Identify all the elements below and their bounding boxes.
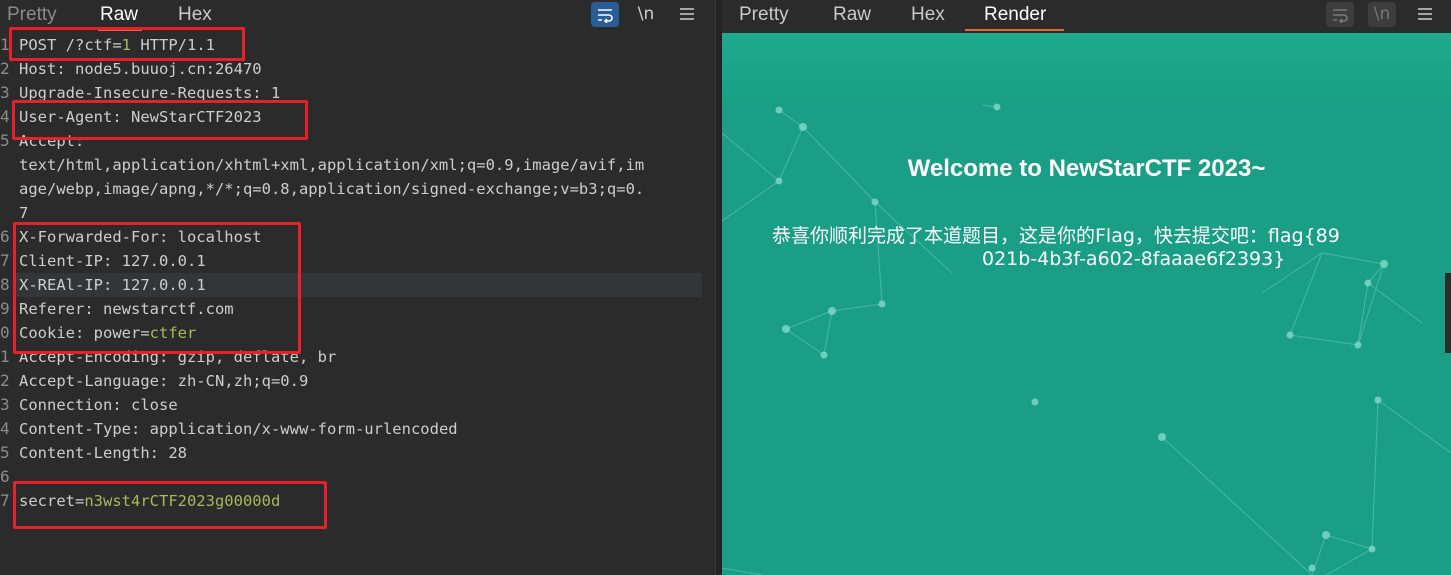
welcome-heading: Welcome to NewStarCTF 2023~	[907, 155, 1266, 182]
word-wrap-icon-glyph	[1333, 9, 1348, 24]
response-panel: Pretty Raw Hex Render \n Welcome to NewS…	[722, 0, 1451, 575]
header-value: close	[121, 396, 178, 414]
line-number: 7	[0, 251, 10, 270]
header-value: text/html,application/xhtml+xml,applicat…	[19, 156, 645, 174]
line-number: 1	[0, 347, 10, 366]
request-line[interactable]: Connection: close	[19, 393, 704, 417]
line-number: 2	[0, 371, 10, 390]
hamburger-menu-icon[interactable]	[1412, 2, 1438, 27]
highlight-box-secret	[13, 481, 327, 529]
header-value: 28	[158, 444, 187, 462]
flag-message-line-1: 恭喜你顺利完成了本道题目，这是你的Flag，快去提交吧：flag{89	[772, 225, 1340, 247]
header-value: application/x-www-form-urlencoded	[140, 420, 458, 438]
header-value: node5.buuoj.cn:26470	[65, 60, 262, 78]
line-number: 3	[0, 395, 10, 414]
request-panel: Pretty Raw Hex \n 1 POST /?ctf=1 HTTP/1.1…	[0, 0, 715, 575]
response-tab-bar: Pretty Raw Hex Render \n	[722, 0, 1451, 31]
request-line[interactable]: age/webp,image/apng,*/*;q=0.8,applicatio…	[19, 177, 704, 201]
tab-pretty[interactable]: Pretty	[7, 0, 57, 29]
header-name: Host:	[19, 60, 66, 78]
line-number: 6	[0, 227, 10, 246]
header-name: Connection:	[19, 396, 122, 414]
line-number	[0, 153, 13, 177]
header-value: 7	[19, 204, 29, 222]
hamburger-menu-icon-glyph	[680, 8, 694, 20]
line-number: 0	[0, 323, 10, 342]
tab-hex[interactable]: Hex	[178, 0, 212, 29]
render-scrollbar[interactable]	[1445, 273, 1451, 353]
request-line[interactable]: text/html,application/xhtml+xml,applicat…	[19, 153, 704, 177]
line-number: 5	[0, 443, 10, 462]
request-line[interactable]: Content-Length: 28	[19, 441, 704, 465]
flag-message-line-2: 021b-4b3f-a602-8faaae6f2393}	[982, 248, 1286, 270]
particle-network-background	[722, 103, 1451, 575]
header-value: zh-CN,zh;q=0.9	[168, 372, 309, 390]
header-name: Content-Type:	[19, 420, 141, 438]
line-number	[0, 201, 13, 225]
line-number: 6	[0, 467, 10, 486]
tab-hex[interactable]: Hex	[911, 0, 945, 29]
header-name: Content-Length:	[19, 444, 159, 462]
rendered-page: Welcome to NewStarCTF 2023~ 恭喜你顺利完成了本道题目…	[722, 33, 1451, 575]
line-number: 9	[0, 299, 10, 318]
word-wrap-icon[interactable]	[1326, 2, 1354, 27]
request-line[interactable]: Accept-Language: zh-CN,zh;q=0.9	[19, 369, 704, 393]
request-line[interactable]: Content-Type: application/x-www-form-url…	[19, 417, 704, 441]
hamburger-menu-icon[interactable]	[674, 2, 700, 27]
header-value: age/webp,image/apng,*/*;q=0.8,applicatio…	[19, 180, 645, 198]
line-number	[0, 177, 13, 201]
tab-pretty[interactable]: Pretty	[739, 0, 789, 29]
highlight-box-user-agent	[12, 100, 308, 140]
line-number: 8	[0, 275, 10, 294]
tab-raw[interactable]: Raw	[833, 0, 871, 29]
highlight-box-headers	[13, 222, 301, 354]
hamburger-menu-icon-glyph	[1418, 8, 1432, 20]
newline-toggle-button[interactable]: \n	[1368, 2, 1396, 27]
newline-toggle-button[interactable]: \n	[632, 2, 660, 27]
highlight-box-request-line	[9, 27, 245, 61]
line-number: 4	[0, 419, 10, 438]
line-number: 7	[0, 491, 10, 510]
word-wrap-icon-glyph	[598, 9, 613, 24]
word-wrap-icon[interactable]	[591, 2, 619, 27]
header-name: Accept-Language:	[19, 372, 169, 390]
tab-render[interactable]: Render	[965, 0, 1065, 31]
